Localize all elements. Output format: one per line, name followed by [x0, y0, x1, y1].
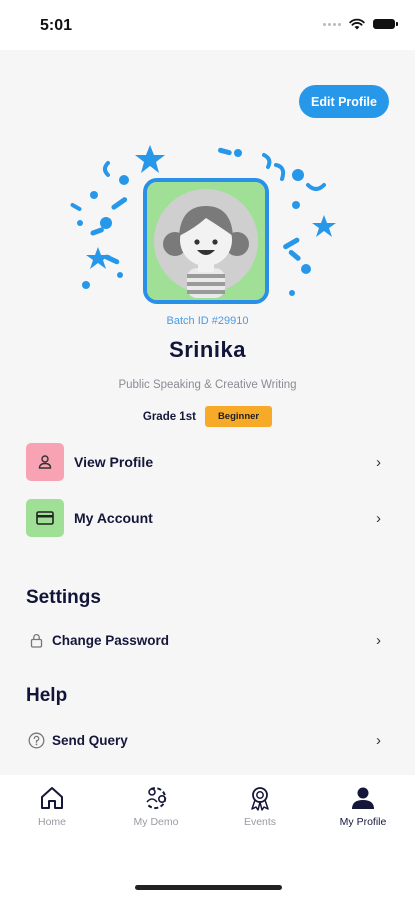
menu-item-my-account[interactable]: My Account ›: [26, 499, 381, 537]
menu-item-view-profile[interactable]: View Profile ›: [26, 443, 381, 481]
edit-profile-button[interactable]: Edit Profile: [299, 85, 389, 118]
profile-screen: Edit Profile Batch ID #29910 Srinika Pub…: [0, 50, 415, 775]
status-icons: [323, 18, 398, 30]
tab-home[interactable]: Home: [0, 785, 104, 828]
menu-item-label: View Profile: [74, 454, 154, 470]
avatar-decoration: [68, 145, 338, 315]
card-icon: [26, 499, 64, 537]
help-title: Help: [26, 685, 68, 706]
chevron-right-icon: ›: [376, 731, 381, 749]
demo-icon: [146, 787, 167, 810]
tab-label: Events: [243, 816, 277, 828]
home-indicator: [135, 885, 282, 890]
tab-bar: Home My Demo Events My Profile: [0, 775, 415, 900]
chevron-right-icon: ›: [376, 453, 381, 471]
help-item-send-query[interactable]: Send Query ›: [26, 728, 381, 752]
level-badge: Beginner: [204, 406, 273, 427]
tab-my-profile[interactable]: My Profile: [311, 785, 415, 828]
chevron-right-icon: ›: [376, 509, 381, 527]
settings-title: Settings: [26, 587, 101, 608]
question-icon: [26, 730, 46, 750]
avatar: [143, 178, 269, 304]
tab-events[interactable]: Events: [208, 785, 312, 828]
person-icon: [352, 787, 374, 809]
profile-name: Srinika: [169, 337, 246, 362]
award-icon: [251, 787, 269, 811]
status-bar: 5:01: [0, 0, 415, 50]
help-item-label: Send Query: [52, 732, 128, 748]
grade-label: Grade 1st: [142, 410, 196, 423]
chevron-right-icon: ›: [376, 631, 381, 649]
settings-item-change-password[interactable]: Change Password ›: [26, 628, 381, 652]
home-icon: [41, 787, 63, 809]
avatar-illustration: [147, 182, 265, 300]
signal-icon: [323, 22, 341, 26]
tab-my-demo[interactable]: My Demo: [104, 785, 208, 828]
profile-courses: Public Speaking & Creative Writing: [118, 379, 297, 391]
wifi-icon: [349, 18, 365, 30]
status-time: 5:01: [40, 17, 73, 34]
batch-id: Batch ID #29910: [166, 315, 249, 327]
user-icon: [26, 443, 64, 481]
menu-item-label: My Account: [74, 510, 153, 526]
tab-label: My Profile: [339, 816, 387, 828]
battery-icon: [373, 19, 398, 29]
lock-icon: [26, 630, 46, 650]
settings-item-label: Change Password: [52, 632, 170, 648]
grade-row: Grade 1st Beginner: [0, 406, 415, 427]
tab-label: Home: [37, 816, 66, 828]
tab-label: My Demo: [133, 816, 179, 828]
